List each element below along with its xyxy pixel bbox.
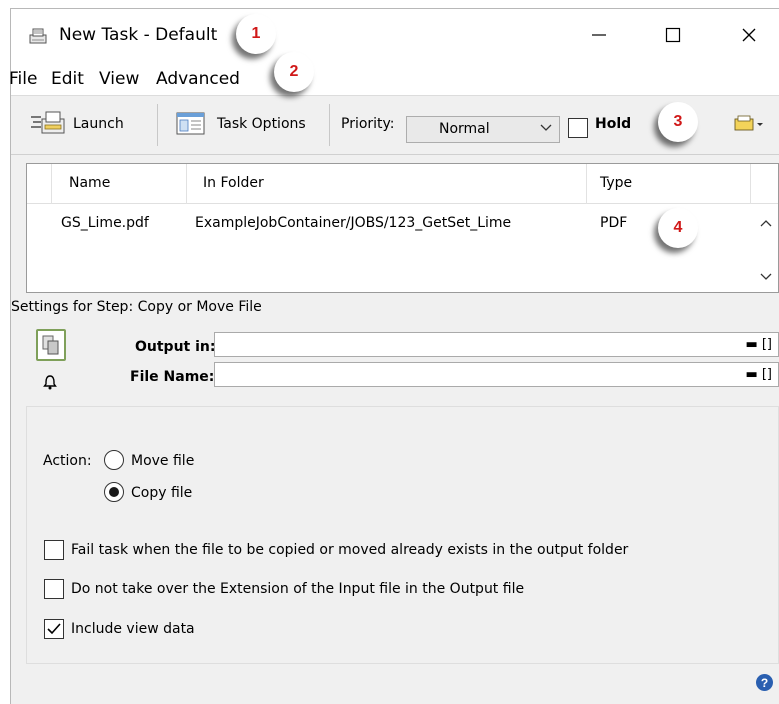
priority-label: Priority: xyxy=(341,116,395,132)
maximize-icon xyxy=(665,27,681,43)
cell-file-name: GS_Lime.pdf xyxy=(61,215,149,231)
menu-view[interactable]: View xyxy=(99,69,139,89)
folder-icon[interactable]: ▬ xyxy=(746,337,758,352)
help-icon[interactable]: ? xyxy=(756,674,773,691)
scroll-down-icon[interactable] xyxy=(760,272,772,282)
column-divider xyxy=(750,164,751,204)
action-label: Action: xyxy=(43,453,92,469)
minimize-button[interactable] xyxy=(579,21,619,49)
title-bar: New Task - Default xyxy=(11,9,779,61)
toolbar-separator xyxy=(157,104,158,146)
launch-icon xyxy=(31,111,65,134)
minimize-icon xyxy=(592,34,606,36)
cell-folder: ExampleJobContainer/JOBS/123_GetSet_Lime xyxy=(195,215,512,231)
priority-select[interactable]: Normal xyxy=(406,116,560,143)
maximize-button[interactable] xyxy=(653,21,693,49)
callout-badge: 1 xyxy=(236,14,276,54)
settings-title: Settings for Step: Copy or Move File xyxy=(11,299,262,315)
callout-badge: 3 xyxy=(658,102,698,142)
task-options-icon xyxy=(176,112,205,135)
copy-file-icon xyxy=(42,335,59,355)
checkmark-icon xyxy=(47,623,61,635)
file-name-label: File Name: xyxy=(130,369,215,385)
include-view-data-checkbox[interactable] xyxy=(44,619,64,639)
task-app-icon xyxy=(29,28,47,44)
brackets-icon[interactable]: [] xyxy=(762,337,772,352)
hold-label: Hold xyxy=(595,116,632,132)
options-panel: Action: Move file Copy file Fail task wh… xyxy=(26,406,779,664)
window-title: New Task - Default xyxy=(59,25,218,45)
callout-badge: 4 xyxy=(658,208,698,248)
column-header-type[interactable]: Type xyxy=(600,175,632,191)
column-divider xyxy=(186,164,187,204)
close-icon xyxy=(742,28,756,42)
column-header-name[interactable]: Name xyxy=(69,175,110,191)
cell-type: PDF xyxy=(600,215,628,231)
task-ticket-icon xyxy=(734,115,763,131)
move-file-radio[interactable] xyxy=(104,450,124,470)
menu-bar: File Edit View Advanced xyxy=(9,61,779,95)
scroll-up-icon[interactable] xyxy=(760,218,772,228)
hold-checkbox[interactable] xyxy=(568,118,588,138)
file-list-header: Name In Folder Type xyxy=(27,164,778,204)
copy-file-radio[interactable] xyxy=(104,482,124,502)
copy-step-button[interactable] xyxy=(36,329,66,361)
bell-icon[interactable] xyxy=(43,374,57,390)
column-header-folder[interactable]: In Folder xyxy=(203,175,264,191)
task-ticket-menu-button[interactable] xyxy=(731,112,765,136)
close-button[interactable] xyxy=(729,21,769,49)
menu-advanced[interactable]: Advanced xyxy=(156,69,240,89)
fail-task-checkbox[interactable] xyxy=(44,540,64,560)
chevron-down-icon xyxy=(540,124,552,131)
column-divider xyxy=(51,164,52,204)
output-in-label: Output in: xyxy=(135,339,216,355)
priority-value: Normal xyxy=(439,121,490,137)
file-name-field[interactable]: ▬ [] xyxy=(214,362,779,387)
column-divider xyxy=(586,164,587,204)
folder-icon[interactable]: ▬ xyxy=(746,367,758,382)
toolbar-separator xyxy=(329,104,330,146)
task-options-button[interactable]: Task Options xyxy=(175,106,306,142)
include-view-data-label: Include view data xyxy=(71,621,195,637)
menu-file[interactable]: File xyxy=(9,69,37,89)
task-options-label: Task Options xyxy=(217,116,306,132)
callout-badge: 2 xyxy=(274,52,314,92)
move-file-label: Move file xyxy=(131,453,195,469)
launch-button[interactable]: Launch xyxy=(29,106,124,142)
keep-extension-checkbox[interactable] xyxy=(44,579,64,599)
output-in-field[interactable]: ▬ [] xyxy=(214,332,779,357)
launch-label: Launch xyxy=(73,116,124,132)
keep-extension-label: Do not take over the Extension of the In… xyxy=(71,581,525,597)
copy-file-label: Copy file xyxy=(131,485,193,501)
menu-edit[interactable]: Edit xyxy=(51,69,84,89)
fail-task-label: Fail task when the file to be copied or … xyxy=(71,542,629,558)
brackets-icon[interactable]: [] xyxy=(762,367,772,382)
